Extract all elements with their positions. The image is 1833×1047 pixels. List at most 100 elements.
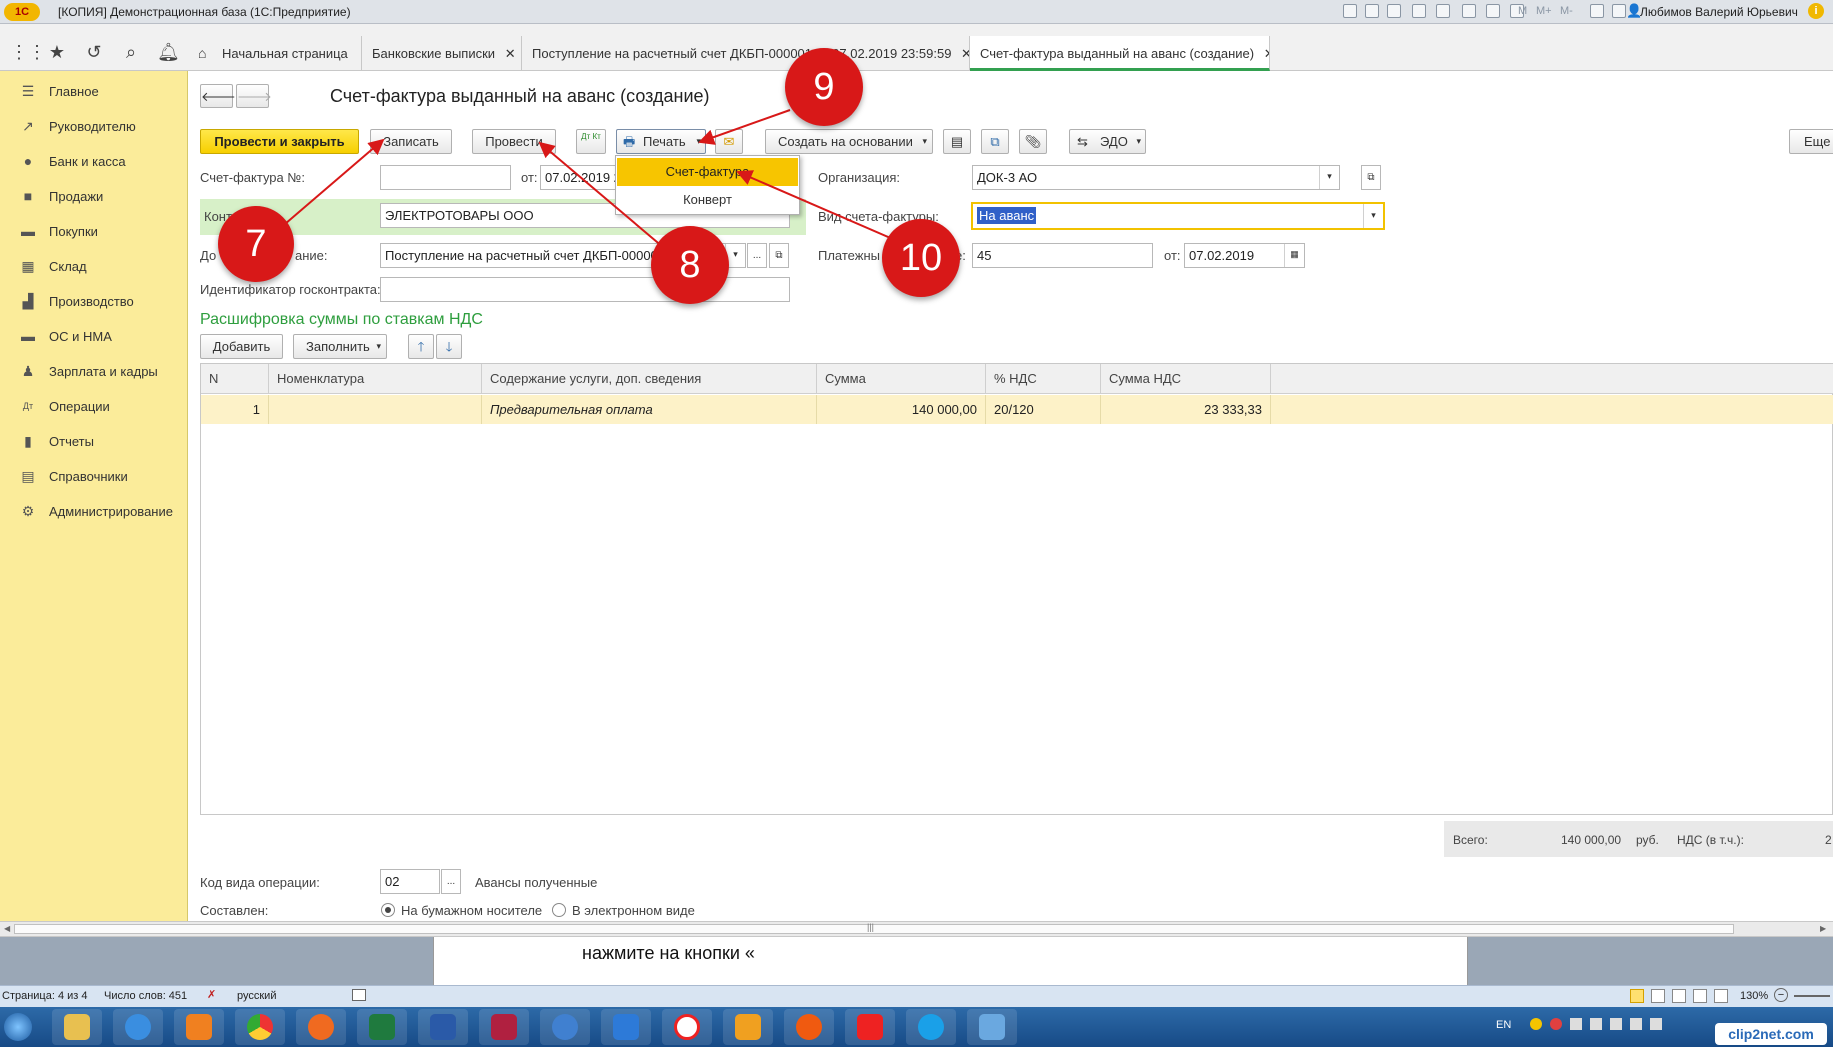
download-icon[interactable]	[1412, 4, 1426, 18]
bell-icon[interactable]: 🔔︎	[157, 41, 180, 63]
chevron-down-icon[interactable]: ▾	[1319, 166, 1339, 189]
tray-icons[interactable]	[1530, 1018, 1690, 1032]
more-button[interactable]: Еще	[1789, 129, 1833, 154]
tab-invoice-active[interactable]: Счет-фактура выданный на аванс (создание…	[970, 36, 1270, 71]
cell-nomenclature[interactable]	[269, 395, 482, 424]
post-and-close-button[interactable]: Провести и закрыть	[200, 129, 359, 154]
preview-icon[interactable]	[1387, 4, 1401, 18]
structure-button[interactable]: ⧉	[981, 129, 1009, 154]
cell-content[interactable]: Предварительная оплата	[482, 395, 817, 424]
sidebar-item-admin[interactable]: ⚙ Администрирование	[0, 494, 188, 529]
access-taskbar-icon[interactable]	[479, 1009, 529, 1045]
word-count[interactable]: Число слов: 451	[104, 990, 187, 1002]
sidebar-item-reports[interactable]: ▮ Отчеты	[0, 424, 188, 459]
report-button[interactable]: ▤	[943, 129, 971, 154]
op-code-select-button[interactable]: ...	[441, 869, 461, 894]
col-vat-rate[interactable]: % НДС	[986, 364, 1101, 394]
page-indicator[interactable]: Страница: 4 из 4	[2, 990, 88, 1002]
col-vat-sum[interactable]: Сумма НДС	[1101, 364, 1271, 394]
fill-button[interactable]: Заполнить ▾	[293, 334, 387, 359]
skype-taskbar-icon[interactable]	[906, 1009, 956, 1045]
ie-taskbar-icon[interactable]	[113, 1009, 163, 1045]
search-icon[interactable]: ⌕	[120, 41, 142, 63]
table-icon[interactable]	[1462, 4, 1476, 18]
dtkt-button[interactable]: Дт Кт	[576, 129, 606, 154]
tab-close-icon[interactable]: ✕	[505, 46, 516, 61]
post-button[interactable]: Провести	[472, 129, 556, 154]
chrome-taskbar-icon[interactable]	[235, 1009, 285, 1045]
tab-bank-statements[interactable]: Банковские выписки ✕	[362, 36, 522, 71]
memory-m[interactable]: M	[1518, 5, 1527, 17]
paper-radio-label[interactable]: На бумажном носителе	[401, 903, 542, 918]
menu-item-invoice[interactable]: Счет-фактура	[617, 158, 798, 186]
memory-m-minus[interactable]: M-	[1560, 5, 1573, 17]
sidebar-item-sales[interactable]: ■ Продажи	[0, 179, 188, 214]
table-row[interactable]: 1 Предварительная оплата 140 000,00 20/1…	[201, 395, 1833, 424]
sidebar-item-references[interactable]: ▤ Справочники	[0, 459, 188, 494]
sidebar-item-salary[interactable]: ♟ Зарплата и кадры	[0, 354, 188, 389]
mail-icon[interactable]	[1436, 4, 1450, 18]
col-n[interactable]: N	[201, 364, 269, 394]
apps-grid-icon[interactable]: ⋮⋮	[10, 41, 46, 63]
zoom-out-icon[interactable]: −	[1774, 988, 1788, 1002]
tab-home[interactable]: ⌂ Начальная страница	[188, 36, 362, 71]
organization-input[interactable]: ДОК-3 АО ▾	[972, 165, 1340, 190]
app-taskbar-icon[interactable]	[540, 1009, 590, 1045]
col-content[interactable]: Содержание услуги, доп. сведения	[482, 364, 817, 394]
macro-icon[interactable]	[352, 989, 366, 1001]
spellcheck-icon[interactable]: ✗	[207, 988, 216, 1001]
app-logo[interactable]: 1С	[4, 3, 40, 21]
open-organization-button[interactable]: ⧉	[1361, 165, 1381, 190]
scroll-right-icon[interactable]: ▶	[1820, 924, 1826, 933]
electronic-radio[interactable]	[552, 903, 566, 917]
zoom-icon[interactable]	[1590, 4, 1604, 18]
info-icon[interactable]: i	[1808, 3, 1824, 19]
cell-vat-sum[interactable]: 23 333,33	[1101, 395, 1271, 424]
open-base-button[interactable]: ⧉	[769, 243, 789, 268]
move-up-button[interactable]: 🡑	[408, 334, 434, 359]
print-icon[interactable]	[1365, 4, 1379, 18]
invoice-type-select[interactable]: На аванс ▾	[971, 202, 1385, 230]
zoom-level[interactable]: 130%	[1740, 990, 1768, 1002]
yandex-browser-taskbar-icon[interactable]	[662, 1009, 712, 1045]
edo-button[interactable]: ⇆ ЭДО ▾	[1069, 129, 1146, 154]
payment-number-input[interactable]: 45	[972, 243, 1153, 268]
paper-radio[interactable]	[381, 903, 395, 917]
firefox-taskbar-icon[interactable]	[296, 1009, 346, 1045]
chevron-down-icon[interactable]: ▾	[1363, 204, 1383, 228]
payment-date-input[interactable]: 07.02.2019 ▦	[1184, 243, 1305, 268]
back-button[interactable]: 🡐	[200, 84, 236, 108]
sidebar-item-production[interactable]: ▟ Производство	[0, 284, 188, 319]
base-select-button[interactable]: ...	[747, 243, 767, 268]
sidebar-item-operations[interactable]: Дт Операции	[0, 389, 188, 424]
print-button[interactable]: 🖶 Печать ▾	[616, 129, 706, 154]
media-taskbar-icon[interactable]	[174, 1009, 224, 1045]
input-language[interactable]: EN	[1496, 1019, 1511, 1031]
calendar-icon[interactable]: ▦	[1284, 244, 1304, 267]
sidebar-item-assets[interactable]: ▬ ОС и НМА	[0, 319, 188, 354]
col-sum[interactable]: Сумма	[817, 364, 986, 394]
op-code-input[interactable]: 02	[380, 869, 440, 894]
zoom-slider[interactable]	[1794, 995, 1830, 997]
menu-item-envelope[interactable]: Конверт	[617, 186, 798, 214]
excel-taskbar-icon[interactable]	[357, 1009, 407, 1045]
web-layout-icon[interactable]	[1672, 989, 1686, 1003]
start-button[interactable]	[0, 1009, 40, 1045]
horizontal-scrollbar[interactable]: ◀ ||| ▶	[0, 921, 1833, 937]
cell-n[interactable]: 1	[201, 395, 269, 424]
outline-icon[interactable]	[1693, 989, 1707, 1003]
move-down-button[interactable]: 🡓	[436, 334, 462, 359]
tab-receipt[interactable]: Поступление на расчетный счет ДКБП-00000…	[522, 36, 970, 71]
cell-sum[interactable]: 140 000,00	[817, 395, 986, 424]
col-nomenclature[interactable]: Номенклатура	[269, 364, 482, 394]
memory-m-plus[interactable]: M+	[1536, 5, 1552, 17]
sidebar-item-warehouse[interactable]: ▦ Склад	[0, 249, 188, 284]
sidebar-item-purchases[interactable]: ▬ Покупки	[0, 214, 188, 249]
email-button[interactable]: ✉	[715, 129, 743, 154]
create-based-on-button[interactable]: Создать на основании ▾	[765, 129, 933, 154]
add-row-button[interactable]: Добавить	[200, 334, 283, 359]
calendar-icon[interactable]	[1486, 4, 1500, 18]
save-icon[interactable]	[1343, 4, 1357, 18]
t-taskbar-icon[interactable]	[601, 1009, 651, 1045]
panel-icon[interactable]	[1612, 4, 1626, 18]
